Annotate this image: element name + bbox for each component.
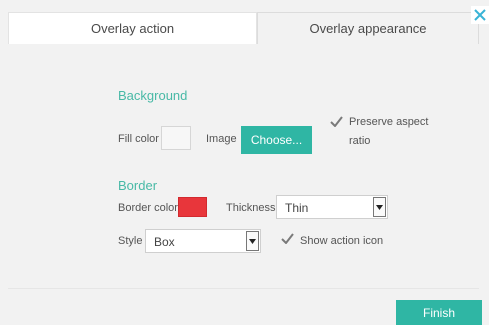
checkmark-icon [280, 232, 294, 244]
tab-label: Overlay appearance [309, 21, 427, 36]
tab-label: Overlay action [90, 21, 175, 36]
dropdown-arrow-icon [246, 231, 259, 251]
style-select-value: Box [154, 235, 175, 249]
image-label: Image [206, 133, 237, 145]
border-color-swatch[interactable] [178, 197, 207, 217]
thickness-select[interactable]: Thin [276, 195, 388, 219]
border-heading: Border [118, 178, 158, 193]
show-action-icon-checkbox[interactable] [280, 231, 294, 245]
checkmark-icon [329, 115, 343, 127]
border-color-label: Border color [118, 202, 178, 214]
tab-bar: Overlay action Overlay appearance [8, 12, 479, 44]
fill-color-label: Fill color [118, 133, 159, 145]
show-action-icon-label: Show action icon [300, 235, 384, 247]
finish-button[interactable]: Finish [396, 300, 482, 325]
preserve-aspect-label-line1: Preserve aspect [349, 116, 429, 128]
close-icon [474, 9, 486, 21]
tab-overlay-appearance[interactable]: Overlay appearance [257, 12, 479, 44]
fill-color-swatch[interactable] [161, 126, 191, 150]
style-label: Style [118, 235, 143, 247]
tab-overlay-action[interactable]: Overlay action [8, 12, 257, 44]
background-heading: Background [118, 88, 188, 103]
preserve-aspect-label-line2: ratio [349, 135, 371, 147]
close-button[interactable] [471, 6, 489, 24]
footer-divider [8, 288, 479, 289]
thickness-select-value: Thin [285, 201, 309, 215]
choose-image-button[interactable]: Choose... [241, 126, 312, 154]
dropdown-arrow-icon [373, 197, 386, 217]
thickness-label: Thickness [226, 202, 276, 214]
preserve-aspect-checkbox[interactable] [329, 114, 343, 128]
overlay-dialog: Overlay action Overlay appearance Backgr… [0, 0, 489, 325]
style-select[interactable]: Box [145, 229, 261, 253]
